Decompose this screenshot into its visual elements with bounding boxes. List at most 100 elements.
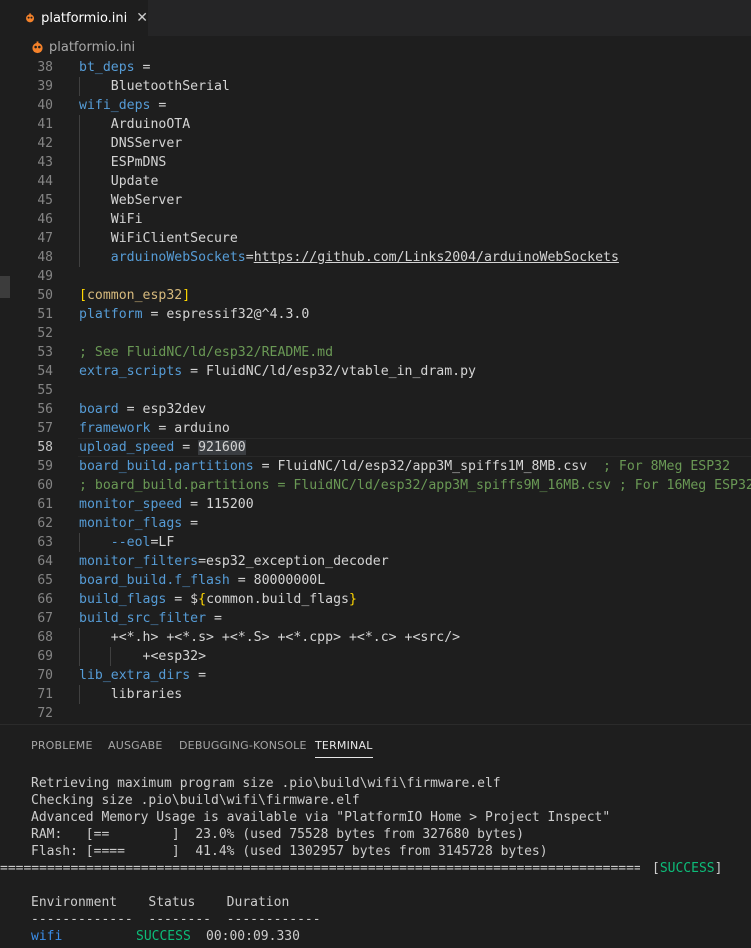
line-number: 57	[37, 421, 53, 436]
code-line[interactable]: 65 board_build.f_flash = 80000000L	[0, 571, 751, 590]
line-number: 66	[37, 592, 53, 607]
code-line[interactable]: 56 board = esp32dev	[0, 400, 751, 419]
summary-table-rule: ------------- -------- ------------	[31, 912, 321, 927]
code-line[interactable]: 49	[0, 267, 751, 286]
code-line[interactable]: 62 monitor_flags =	[0, 514, 751, 533]
code-line[interactable]: 60 ; board_build.partitions = FluidNC/ld/…	[0, 476, 751, 495]
line-text: BluetoothSerial	[79, 79, 230, 94]
line-number: 56	[37, 402, 53, 417]
line-text: +<*.h> +<*.s> +<*.S> +<*.cpp> +<*.c> +<s…	[79, 630, 461, 645]
editor-tab-bar: platformio.ini ✕	[0, 0, 751, 36]
code-line[interactable]: 67 build_src_filter =	[0, 609, 751, 628]
code-line[interactable]: 48 arduinoWebSockets=https://github.com/…	[0, 248, 751, 267]
line-text: Update	[79, 174, 159, 189]
line-text: framework = arduino	[79, 421, 230, 436]
code-line[interactable]: 66 build_flags = ${common.build_flags}	[0, 590, 751, 609]
code-line[interactable]: 72	[0, 704, 751, 723]
close-icon[interactable]: ✕	[136, 10, 148, 26]
code-line[interactable]: 64 monitor_filters=esp32_exception_decode…	[0, 552, 751, 571]
code-line[interactable]: 68 +<*.h> +<*.s> +<*.S> +<*.cpp> +<*.c> …	[0, 628, 751, 647]
line-number: 44	[37, 174, 53, 189]
line-text: --eol=LF	[110, 535, 175, 550]
indent-guide	[79, 248, 80, 267]
code-line[interactable]: 55	[0, 381, 751, 400]
code-line[interactable]: 63 --eol=LF	[0, 533, 751, 552]
line-number: 42	[37, 136, 53, 151]
indent-guide	[79, 77, 80, 96]
line-text: ; See FluidNC/ld/esp32/README.md	[79, 345, 334, 360]
code-line[interactable]: 46 WiFi	[0, 210, 751, 229]
code-line[interactable]: 58 upload_speed = 921600	[0, 438, 751, 457]
terminal-line: RAM: [== ] 23.0% (used 75528 bytes from …	[31, 827, 525, 842]
indent-guide	[79, 134, 80, 153]
indent-guide	[79, 153, 80, 172]
line-text: ; board_build.partitions = FluidNC/ld/es…	[79, 478, 751, 493]
duration-cell: 00:00:09.330	[206, 929, 300, 944]
code-line[interactable]: 51 platform = espressif32@^4.3.0	[0, 305, 751, 324]
code-line[interactable]: 44 Update	[0, 172, 751, 191]
line-text: monitor_filters=esp32_exception_decoder	[79, 554, 389, 569]
code-line[interactable]: 70 lib_extra_dirs =	[0, 666, 751, 685]
line-number: 65	[37, 573, 53, 588]
code-editor[interactable]: 38 bt_deps = 39 BluetoothSerial 40 wifi_dep…	[0, 58, 751, 724]
line-number: 46	[37, 212, 53, 227]
code-line[interactable]: 41 ArduinoOTA	[0, 115, 751, 134]
code-line[interactable]: 69 +<esp32>	[0, 647, 751, 666]
line-text: arduinoWebSockets=https://github.com/Lin…	[110, 250, 619, 265]
code-line[interactable]: 53 ; See FluidNC/ld/esp32/README.md	[0, 343, 751, 362]
code-line[interactable]: 39 BluetoothSerial	[0, 77, 751, 96]
indent-guide	[79, 628, 80, 647]
terminal-line: Advanced Memory Usage is available via "…	[31, 810, 611, 825]
line-number: 64	[37, 554, 53, 569]
line-text: libraries	[79, 687, 183, 702]
code-line[interactable]: 71 libraries	[0, 685, 751, 704]
code-line[interactable]: 59 board_build.partitions = FluidNC/ld/es…	[0, 457, 751, 476]
tab-platformio-ini[interactable]: platformio.ini ✕	[0, 0, 148, 36]
code-line[interactable]: 45 WebServer	[0, 191, 751, 210]
code-line[interactable]: 40 wifi_deps =	[0, 96, 751, 115]
code-line[interactable]: 50 [common_esp32]	[0, 286, 751, 305]
terminal-line: Flash: [==== ] 41.4% (used 1302957 bytes…	[31, 844, 548, 859]
code-line[interactable]: 57 framework = arduino	[0, 419, 751, 438]
folding-gutter-marker	[0, 276, 10, 298]
tab-debugging-konsole[interactable]: DEBUGGING-KONSOLE	[179, 739, 307, 752]
tab-probleme[interactable]: PROBLEME	[31, 739, 93, 752]
code-line[interactable]: 61 monitor_speed = 115200	[0, 495, 751, 514]
indent-guide	[79, 172, 80, 191]
line-text: wifi_deps =	[79, 98, 175, 113]
line-number: 45	[37, 193, 53, 208]
line-number: 54	[37, 364, 53, 379]
environment-cell: wifi	[31, 929, 63, 944]
line-text: lib_extra_dirs =	[79, 668, 214, 683]
line-number: 41	[37, 117, 53, 132]
indent-guide	[79, 229, 80, 248]
tab-terminal[interactable]: TERMINAL	[315, 739, 373, 758]
code-line[interactable]: 47 WiFiClientSecure	[0, 229, 751, 248]
indent-guide	[79, 647, 80, 666]
code-line[interactable]: 42 DNSServer	[0, 134, 751, 153]
code-line[interactable]: 52	[0, 324, 751, 343]
line-number: 58	[37, 440, 53, 455]
line-text: [common_esp32]	[79, 288, 191, 303]
line-text: extra_scripts = FluidNC/ld/esp32/vtable_…	[79, 364, 476, 379]
breadcrumb-file[interactable]: platformio.ini	[49, 40, 135, 55]
line-text: WiFi	[79, 212, 143, 227]
code-line[interactable]: 43 ESPmDNS	[0, 153, 751, 172]
line-text: ESPmDNS	[79, 155, 167, 170]
terminal-separator: ========================================…	[0, 861, 640, 876]
line-text: ArduinoOTA	[79, 117, 191, 132]
line-number: 69	[37, 649, 53, 664]
indent-guide	[79, 533, 80, 552]
line-number: 71	[37, 687, 53, 702]
status-cell: SUCCESS	[136, 929, 191, 944]
bottom-panel: PROBLEME AUSGABE DEBUGGING-KONSOLE TERMI…	[0, 724, 751, 948]
line-text: DNSServer	[79, 136, 183, 151]
line-text: +<esp32>	[79, 649, 207, 664]
line-text: board_build.f_flash = 80000000L	[79, 573, 326, 588]
line-text: WebServer	[79, 193, 183, 208]
code-line[interactable]: 54 extra_scripts = FluidNC/ld/esp32/vtabl…	[0, 362, 751, 381]
line-number: 55	[37, 383, 53, 398]
line-number: 59	[37, 459, 53, 474]
code-line[interactable]: 38 bt_deps =	[0, 58, 751, 77]
tab-ausgabe[interactable]: AUSGABE	[108, 739, 163, 752]
